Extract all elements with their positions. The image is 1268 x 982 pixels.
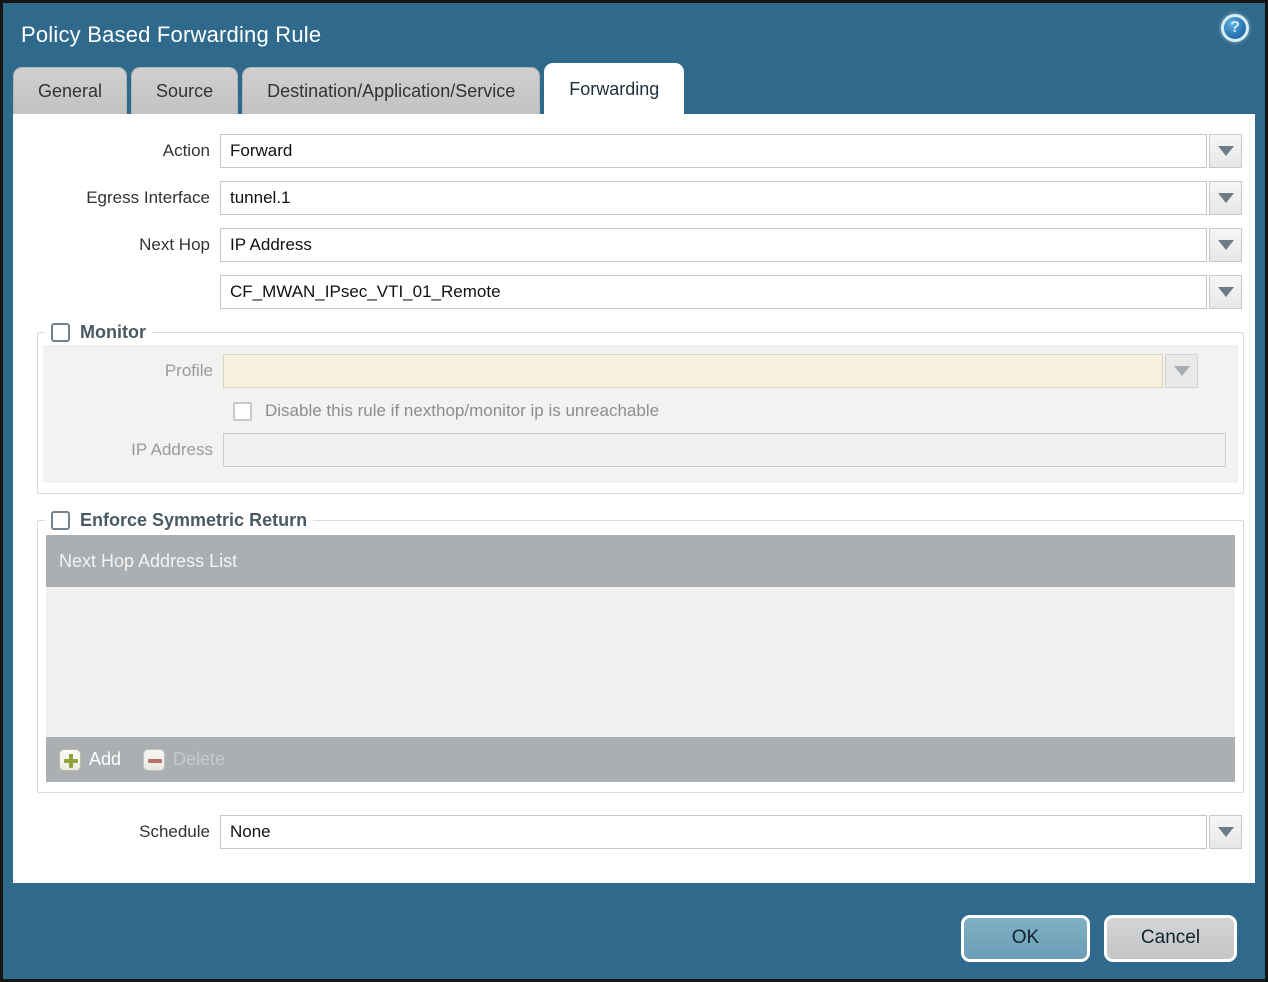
schedule-row: Schedule None [13,815,1242,849]
monitor-ip-input [223,433,1226,467]
action-row: Action Forward [13,134,1242,168]
egress-interface-row: Egress Interface tunnel.1 [13,181,1242,215]
chevron-down-icon [1217,193,1234,203]
disable-rule-label: Disable this rule if nexthop/monitor ip … [265,401,660,420]
chevron-down-icon [1217,146,1234,156]
monitor-checkbox[interactable] [51,323,70,342]
tab-bar: General Source Destination/Application/S… [3,63,1265,114]
next-hop-dropdown-button[interactable] [1209,228,1242,262]
next-hop-address-dropdown-button[interactable] [1209,275,1242,309]
next-hop-row: Next Hop IP Address [13,228,1242,262]
schedule-dropdown-button[interactable] [1209,815,1242,849]
action-label: Action [162,141,210,160]
action-select[interactable]: Forward [220,134,1207,168]
symmetric-return-legend-label: Enforce Symmetric Return [80,510,308,530]
tab-general[interactable]: General [13,67,128,114]
minus-icon [143,748,166,771]
next-hop-address-list-toolbar: Add Delete [46,737,1235,782]
symmetric-return-checkbox[interactable] [51,511,70,530]
disable-rule-row: Disable this rule if nexthop/monitor ip … [233,401,1238,421]
next-hop-label: Next Hop [139,235,210,254]
add-button[interactable]: Add [59,748,122,771]
profile-row: Profile [43,354,1198,388]
chevron-down-icon [1173,366,1190,376]
dialog-title: Policy Based Forwarding Rule [21,22,322,47]
monitor-ip-label: IP Address [131,440,213,459]
monitor-section: Monitor Profile Disable this rule if nex… [37,322,1244,494]
next-hop-type-select[interactable]: IP Address [220,228,1207,262]
profile-select [223,354,1163,388]
monitor-panel: Profile Disable this rule if nexthop/mon… [43,345,1238,483]
plus-icon [59,748,81,771]
chevron-down-icon [1217,240,1234,250]
profile-dropdown-button [1165,354,1198,388]
egress-interface-dropdown-button[interactable] [1209,181,1242,215]
tab-destination-application-service[interactable]: Destination/Application/Service [242,67,541,114]
tab-forwarding[interactable]: Forwarding [544,63,685,114]
egress-interface-label: Egress Interface [86,188,210,207]
monitor-legend: Monitor [45,322,152,343]
add-button-label: Add [89,749,122,769]
next-hop-address-list-header: Next Hop Address List [46,535,1235,587]
cancel-button[interactable]: Cancel [1104,914,1237,962]
egress-interface-select[interactable]: tunnel.1 [220,181,1207,215]
next-hop-address-row: CF_MWAN_IPsec_VTI_01_Remote [13,275,1242,309]
schedule-select[interactable]: None [220,815,1207,849]
chevron-down-icon [1217,287,1234,297]
ok-button[interactable]: OK [961,914,1090,962]
schedule-label: Schedule [139,822,210,841]
symmetric-return-section: Enforce Symmetric Return Next Hop Addres… [37,510,1244,793]
dialog-footer: OK Cancel [3,883,1265,979]
next-hop-address-table: Next Hop Address List Add Delete [46,535,1235,782]
delete-button: Delete [143,748,226,771]
forwarding-tab-panel: Action Forward Egress Interface tunnel.1… [13,114,1255,883]
tab-source[interactable]: Source [131,67,239,114]
monitor-ip-row: IP Address [43,433,1227,467]
action-dropdown-button[interactable] [1209,134,1242,168]
help-icon[interactable]: ? [1221,14,1249,42]
next-hop-address-select[interactable]: CF_MWAN_IPsec_VTI_01_Remote [220,275,1207,309]
profile-label: Profile [164,361,213,380]
policy-based-forwarding-dialog: Policy Based Forwarding Rule ? General S… [0,0,1268,982]
monitor-legend-label: Monitor [80,322,146,342]
next-hop-address-list-body[interactable] [46,587,1235,737]
chevron-down-icon [1217,827,1234,837]
symmetric-return-legend: Enforce Symmetric Return [45,510,313,531]
delete-button-label: Delete [173,749,226,769]
dialog-titlebar: Policy Based Forwarding Rule ? [3,3,1265,63]
disable-rule-checkbox [233,401,252,421]
